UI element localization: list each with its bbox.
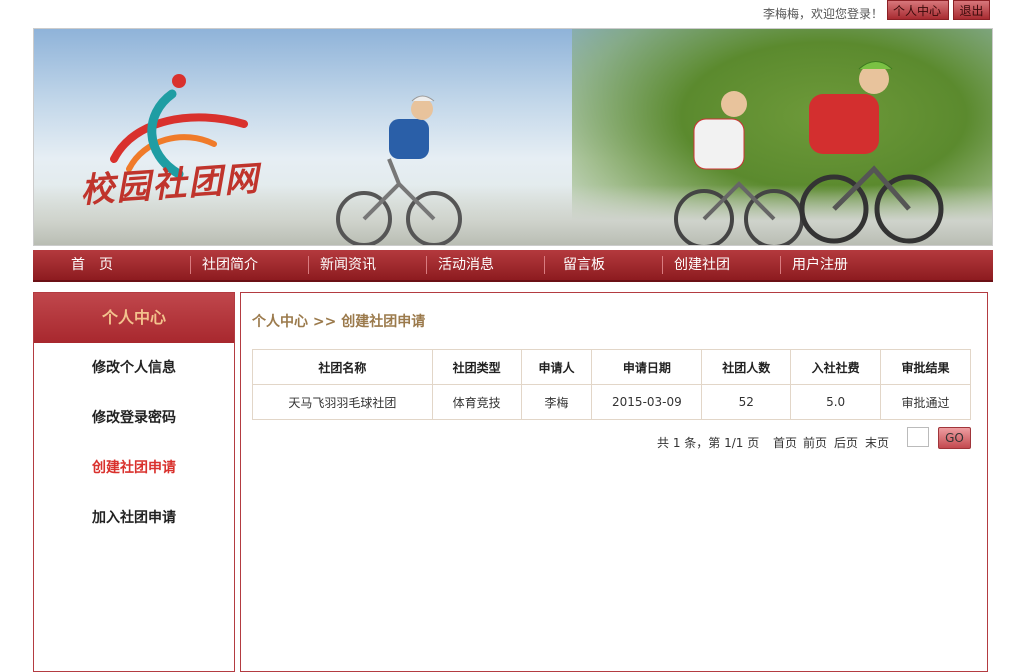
table-header-row: 社团名称 社团类型 申请人 申请日期 社团人数 入社社费 审批结果 <box>252 349 971 385</box>
column-header: 申请日期 <box>591 349 703 385</box>
column-header: 审批结果 <box>880 349 971 385</box>
main-nav: 首 页 社团简介 新闻资讯 活动消息 留言板 创建社团 用户注册 <box>33 250 993 282</box>
table-row: 天马飞羽羽毛球社团 体育竞技 李梅 2015-03-09 52 5.0 审批通过 <box>252 384 971 420</box>
breadcrumb: 个人中心 >> 创建社团申请 <box>252 311 425 331</box>
sidebar-item-join-club-request[interactable]: 加入社团申请 <box>34 493 234 543</box>
table-cell: 审批通过 <box>880 384 971 420</box>
next-page-link[interactable]: 后页 <box>834 434 858 451</box>
breadcrumb-home-link[interactable]: 个人中心 <box>252 314 308 330</box>
nav-register[interactable]: 用户注册 <box>761 250 879 280</box>
table-cell: 5.0 <box>790 384 882 420</box>
table-cell: 52 <box>701 384 792 420</box>
table-cell: 2015-03-09 <box>591 384 703 420</box>
club-request-table: 社团名称 社团类型 申请人 申请日期 社团人数 入社社费 审批结果 天马飞羽羽毛… <box>252 349 971 420</box>
page-number-input[interactable] <box>907 427 929 447</box>
sidebar-item-edit-profile[interactable]: 修改个人信息 <box>34 343 234 393</box>
nav-news[interactable]: 新闻资讯 <box>289 250 407 280</box>
first-page-link[interactable]: 首页 <box>773 434 797 451</box>
sidebar: 个人中心 修改个人信息 修改登录密码 创建社团申请 加入社团申请 <box>33 292 235 672</box>
header-banner: 校园社团网 <box>33 28 993 246</box>
column-header: 申请人 <box>520 349 593 385</box>
go-button[interactable]: GO <box>938 427 971 449</box>
sidebar-item-create-club-request[interactable]: 创建社团申请 <box>34 443 234 493</box>
column-header: 社团人数 <box>701 349 792 385</box>
welcome-text: 李梅梅，欢迎您登录！ <box>762 7 883 21</box>
sidebar-title: 个人中心 <box>34 293 234 343</box>
user-center-button[interactable]: 个人中心 <box>887 0 949 20</box>
nav-club-intro[interactable]: 社团简介 <box>171 250 289 280</box>
column-header: 社团名称 <box>252 349 433 385</box>
pagination: 共 1 条，第 1/1 页 首页 前页 后页 末页 <box>241 429 989 453</box>
prev-page-link[interactable]: 前页 <box>803 434 827 451</box>
nav-message-board[interactable]: 留言板 <box>525 250 643 280</box>
top-user-bar: 李梅梅，欢迎您登录！ 个人中心 退出 <box>0 0 1017 24</box>
pagination-info: 共 1 条，第 1/1 页 <box>657 436 760 450</box>
sidebar-item-change-password[interactable]: 修改登录密码 <box>34 393 234 443</box>
logout-button[interactable]: 退出 <box>953 0 990 20</box>
nav-activities[interactable]: 活动消息 <box>407 250 525 280</box>
table-cell: 李梅 <box>520 384 593 420</box>
table-cell: 体育竞技 <box>431 384 522 420</box>
column-header: 社团类型 <box>431 349 522 385</box>
nav-create-club[interactable]: 创建社团 <box>643 250 761 280</box>
breadcrumb-separator: >> <box>312 314 337 330</box>
nav-home[interactable]: 首 页 <box>33 250 151 280</box>
cyclists-illustration-right <box>674 61 944 245</box>
breadcrumb-current: 创建社团申请 <box>341 314 426 330</box>
main-content: 个人中心 >> 创建社团申请 社团名称 社团类型 申请人 申请日期 社团人数 入… <box>240 292 988 672</box>
table-cell: 天马飞羽羽毛球社团 <box>252 384 433 420</box>
last-page-link[interactable]: 末页 <box>865 434 889 451</box>
cyclists-illustration <box>336 95 462 245</box>
column-header: 入社社费 <box>790 349 882 385</box>
